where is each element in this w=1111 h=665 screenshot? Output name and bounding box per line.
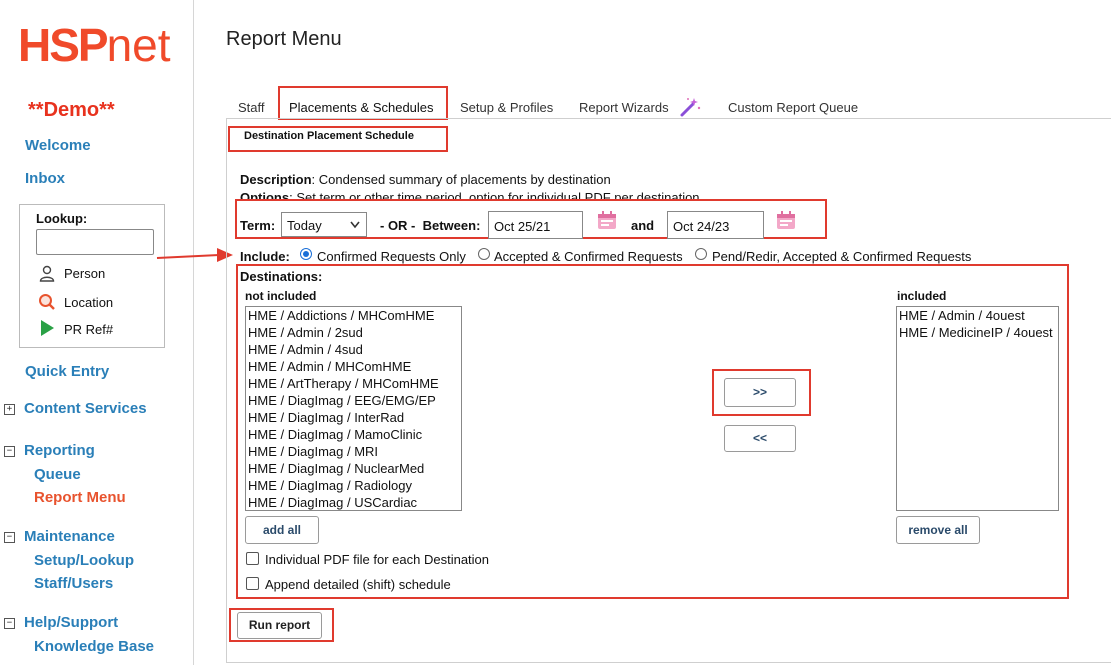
not-included-list[interactable]: HME / Addictions / MHComHME HME / Admin /… [245, 306, 462, 511]
nav-quick-entry[interactable]: Quick Entry [25, 363, 109, 380]
radio-confirmed-only[interactable] [300, 248, 312, 260]
include-option-2[interactable]: Accepted & Confirmed Requests [494, 249, 683, 264]
list-option[interactable]: HME / Admin / MHComHME [246, 358, 461, 375]
person-icon[interactable] [38, 265, 56, 283]
tab-report-wizards[interactable]: Report Wizards [579, 100, 669, 115]
lookup-box: Lookup: Person Location PR Ref# [19, 204, 165, 348]
main-content: Report Menu Staff Placements & Schedules… [194, 0, 1111, 665]
list-option[interactable]: HME / Admin / 2sud [246, 324, 461, 341]
date-from-value: Oct 25/21 [494, 219, 551, 234]
list-option[interactable]: HME / Admin / 4sud [246, 341, 461, 358]
remove-all-button[interactable]: remove all [896, 516, 980, 544]
nav-report-menu[interactable]: Report Menu [34, 489, 126, 506]
nav-knowledge-base[interactable]: Knowledge Base [34, 638, 154, 655]
nav-setup-lookup[interactable]: Setup/Lookup [34, 552, 134, 569]
nav-welcome[interactable]: Welcome [25, 137, 91, 154]
nav-queue[interactable]: Queue [34, 466, 81, 483]
individual-pdf-checkbox[interactable] [246, 552, 259, 565]
term-label: Term: [240, 218, 276, 233]
chevron-down-icon [350, 221, 360, 229]
run-report-button[interactable]: Run report [237, 612, 322, 639]
calendar-icon[interactable] [597, 210, 617, 230]
location-search-icon[interactable] [38, 293, 56, 311]
demo-label: **Demo** [28, 99, 115, 121]
list-option[interactable]: HME / Addictions / MHComHME [246, 307, 461, 324]
nav-staff-users[interactable]: Staff/Users [34, 575, 113, 592]
list-option[interactable]: HME / DiagImag / NuclearMed [246, 460, 461, 477]
list-option[interactable]: HME / DiagImag / MRI [246, 443, 461, 460]
sidebar: HSPnet **Demo** Welcome Inbox Lookup: Pe… [0, 0, 194, 665]
list-option[interactable]: HME / DiagImag / Radiology [246, 477, 461, 494]
list-option[interactable]: HME / DiagImag / USCardiac [246, 494, 461, 510]
add-all-button[interactable]: add all [245, 516, 319, 544]
list-option[interactable]: HME / DiagImag / InterRad [246, 409, 461, 426]
append-schedule-checkbox[interactable] [246, 577, 259, 590]
include-option-3[interactable]: Pend/Redir, Accepted & Confirmed Request… [712, 249, 971, 264]
not-included-label: not included [245, 289, 317, 303]
destinations-label: Destinations: [240, 269, 323, 284]
expand-icon[interactable]: + [4, 404, 15, 415]
lookup-location[interactable]: Location [64, 295, 113, 310]
tab-custom-report-queue[interactable]: Custom Report Queue [728, 100, 858, 115]
or-between-label: - OR - Between: [380, 218, 481, 233]
term-select[interactable]: Today [281, 212, 367, 237]
date-to-input[interactable]: Oct 24/23 [667, 211, 764, 239]
move-right-button[interactable]: >> [724, 378, 796, 407]
lookup-person[interactable]: Person [64, 266, 105, 281]
magic-wand-icon[interactable] [679, 96, 701, 118]
nav-reporting[interactable]: Reporting [24, 442, 95, 459]
calendar-icon[interactable] [776, 210, 796, 230]
list-option[interactable]: HME / DiagImag / EEG/EMG/EP [246, 392, 461, 409]
collapse-icon[interactable]: − [4, 618, 15, 629]
lookup-input[interactable] [36, 229, 154, 255]
list-option[interactable]: HME / ArtTherapy / MHComHME [246, 375, 461, 392]
included-list[interactable]: HME / Admin / 4ouest HME / MedicineIP / 4… [896, 306, 1059, 511]
list-option[interactable]: HME / DiagImag / MamoClinic [246, 426, 461, 443]
nav-content-services[interactable]: Content Services [24, 400, 147, 417]
hspnet-logo[interactable]: HSPnet [18, 22, 171, 68]
date-from-input[interactable]: Oct 25/21 [488, 211, 583, 239]
annotation-box [278, 86, 448, 120]
description: Description: Condensed summary of placem… [240, 172, 611, 187]
included-label: included [897, 289, 947, 303]
radio-pend-redir[interactable] [695, 248, 707, 260]
nav-inbox[interactable]: Inbox [25, 170, 65, 187]
lookup-pr-ref[interactable]: PR Ref# [64, 322, 113, 337]
page-title: Report Menu [226, 28, 342, 50]
collapse-icon[interactable]: − [4, 446, 15, 457]
append-schedule-label[interactable]: Append detailed (shift) schedule [265, 577, 451, 592]
tab-setup-profiles[interactable]: Setup & Profiles [460, 100, 553, 115]
and-label: and [631, 218, 655, 233]
nav-maintenance[interactable]: Maintenance [24, 528, 115, 545]
list-option[interactable]: HME / MedicineIP / 4ouest [897, 324, 1058, 341]
radio-accepted-confirmed[interactable] [478, 248, 490, 260]
play-icon[interactable] [38, 319, 56, 337]
nav-help-support[interactable]: Help/Support [24, 614, 118, 631]
term-select-value: Today [287, 218, 322, 233]
tab-staff[interactable]: Staff [238, 100, 265, 115]
move-left-button[interactable]: << [724, 425, 796, 452]
date-to-value: Oct 24/23 [673, 219, 730, 234]
list-option[interactable]: HME / Admin / 4ouest [897, 307, 1058, 324]
lookup-label: Lookup: [36, 211, 88, 226]
individual-pdf-label[interactable]: Individual PDF file for each Destination [265, 552, 489, 567]
report-name: Destination Placement Schedule [244, 130, 414, 142]
include-option-1[interactable]: Confirmed Requests Only [317, 249, 466, 264]
collapse-icon[interactable]: − [4, 532, 15, 543]
include-label: Include: [240, 249, 290, 264]
